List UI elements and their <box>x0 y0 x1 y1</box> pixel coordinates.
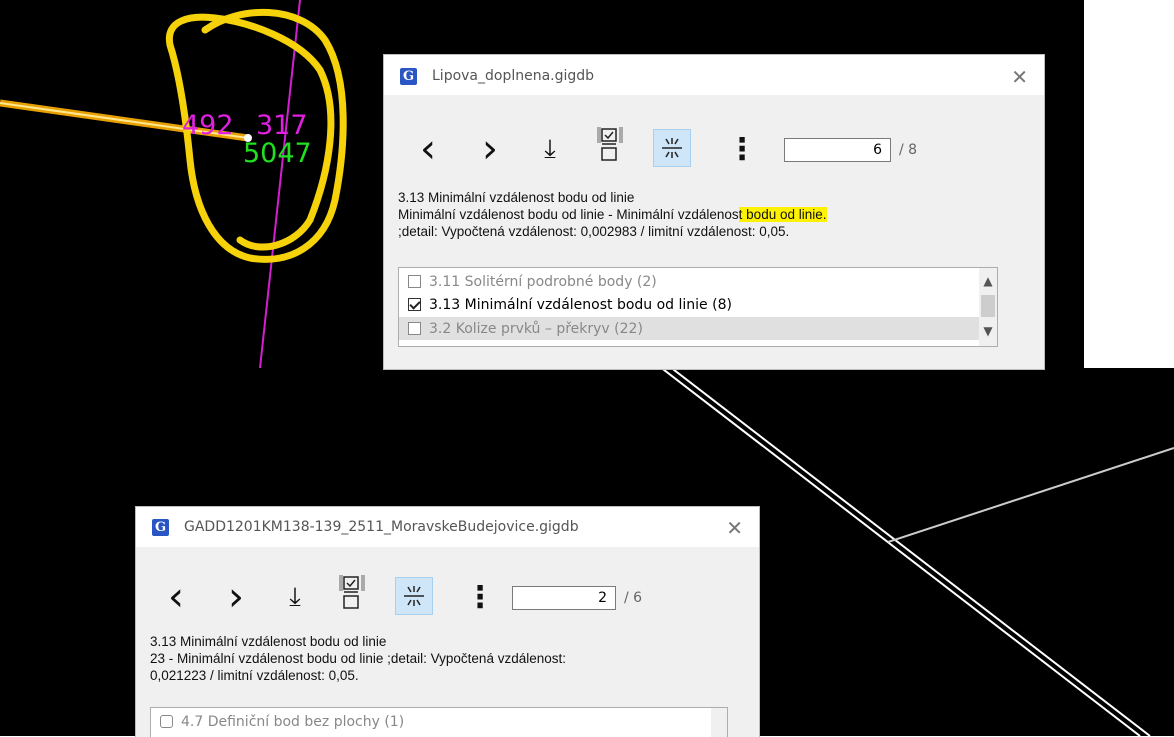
download-button[interactable]: ⤓ <box>534 133 566 165</box>
more-vertical-icon: ⋮ <box>465 579 495 615</box>
page-number-input[interactable] <box>512 586 616 610</box>
download-button[interactable]: ⤓ <box>279 581 311 613</box>
zoom-to-feature-icon <box>662 138 682 158</box>
rule-list[interactable]: 3.11 Solitérní podrobné body (2) 3.13 Mi… <box>398 267 998 347</box>
point-label-c: 5047 <box>243 138 312 169</box>
chevron-right-icon: › <box>482 126 498 172</box>
chevron-right-icon: › <box>228 574 244 620</box>
list-item[interactable]: 4.7 Definiční bod bez plochy (1) <box>151 710 711 733</box>
message-line-2: Minimální vzdálenost bodu od linie - Min… <box>398 206 1028 223</box>
validation-dialog-2: G GADD1201KM138-139_2511_MoravskeBudejov… <box>135 506 760 737</box>
message-line-1: 3.13 Minimální vzdálenost bodu od linie <box>398 190 635 205</box>
checklist-button[interactable] <box>594 127 626 161</box>
message-line-2-plain: Minimální vzdálenost bodu od linie - Min… <box>398 207 739 222</box>
checkbox-checked[interactable] <box>408 298 421 311</box>
list-item[interactable]: 3.2 Kolize prvků – překryv (22) <box>399 317 979 340</box>
scrollbar[interactable] <box>711 708 727 737</box>
page-total: / 6 <box>624 590 643 606</box>
more-vertical-icon: ⋮ <box>727 131 757 167</box>
list-item-label: 3.11 Solitérní podrobné body (2) <box>429 273 657 290</box>
point-label-b: 317 <box>256 110 308 141</box>
page-total: / 8 <box>899 142 918 158</box>
message-line-3: 0,021223 / limitní vzdálenost: 0,05. <box>150 668 359 683</box>
title-bar[interactable]: G GADD1201KM138-139_2511_MoravskeBudejov… <box>136 507 759 547</box>
more-options-button[interactable]: ⋮ <box>464 579 496 615</box>
app-icon: G <box>152 519 169 536</box>
message-text: 3.13 Minimální vzdálenost bodu od linie … <box>150 633 750 684</box>
scroll-up-icon[interactable]: ▲ <box>979 274 997 288</box>
scrollbar[interactable]: ▲ ▼ <box>979 268 997 346</box>
scroll-thumb[interactable] <box>981 295 995 317</box>
window-title: GADD1201KM138-139_2511_MoravskeBudejovic… <box>184 519 579 535</box>
validation-dialog-1: G Lipova_doplnena.gigdb ✕ ‹ › ⤓ ⋮ / 8 3.… <box>383 54 1045 370</box>
window-title: Lipova_doplnena.gigdb <box>432 68 595 84</box>
close-button[interactable]: ✕ <box>726 518 743 538</box>
download-icon: ⤓ <box>289 581 301 612</box>
zoom-to-feature-icon <box>404 586 424 606</box>
page-number-input[interactable] <box>784 138 891 162</box>
message-line-1: 3.13 Minimální vzdálenost bodu od linie <box>150 634 387 649</box>
list-item-label: 3.2 Kolize prvků – překryv (22) <box>429 320 643 337</box>
point-label-a: 492 <box>182 110 234 141</box>
checklist-icon <box>597 127 623 161</box>
checkbox[interactable] <box>408 322 421 335</box>
chevron-left-icon: ‹ <box>420 126 436 172</box>
list-item-label: 3.13 Minimální vzdálenost bodu od linie … <box>429 296 732 313</box>
checklist-button[interactable] <box>336 575 368 609</box>
rule-list[interactable]: 4.7 Definiční bod bez plochy (1) <box>150 707 728 737</box>
scroll-down-icon[interactable]: ▼ <box>979 324 997 338</box>
chevron-left-icon: ‹ <box>168 574 184 620</box>
message-text: 3.13 Minimální vzdálenost bodu od linie … <box>398 189 1028 240</box>
previous-button[interactable]: ‹ <box>160 574 192 620</box>
list-item[interactable]: 3.11 Solitérní podrobné body (2) <box>399 270 979 293</box>
close-button[interactable]: ✕ <box>1011 67 1028 87</box>
next-button[interactable]: › <box>474 126 506 172</box>
download-icon: ⤓ <box>544 133 556 164</box>
message-line-3: ;detail: Vypočtená vzdálenost: 0,002983 … <box>398 224 790 239</box>
list-item-label: 4.7 Definiční bod bez plochy (1) <box>181 713 405 730</box>
title-bar[interactable]: G Lipova_doplnena.gigdb ✕ <box>384 55 1044 95</box>
message-line-2-highlight: t bodu od linie. <box>738 207 827 222</box>
message-line-2: 23 - Minimální vzdálenost bodu od linie … <box>150 651 566 666</box>
list-item-selected[interactable]: 3.13 Minimální vzdálenost bodu od linie … <box>399 293 979 316</box>
zoom-to-feature-button[interactable] <box>395 577 433 615</box>
more-options-button[interactable]: ⋮ <box>726 131 758 167</box>
app-icon: G <box>400 68 417 85</box>
zoom-to-feature-button[interactable] <box>653 129 691 167</box>
next-button[interactable]: › <box>220 574 252 620</box>
checkbox[interactable] <box>160 715 173 728</box>
checkbox[interactable] <box>408 275 421 288</box>
previous-button[interactable]: ‹ <box>412 126 444 172</box>
checklist-icon <box>339 575 365 609</box>
